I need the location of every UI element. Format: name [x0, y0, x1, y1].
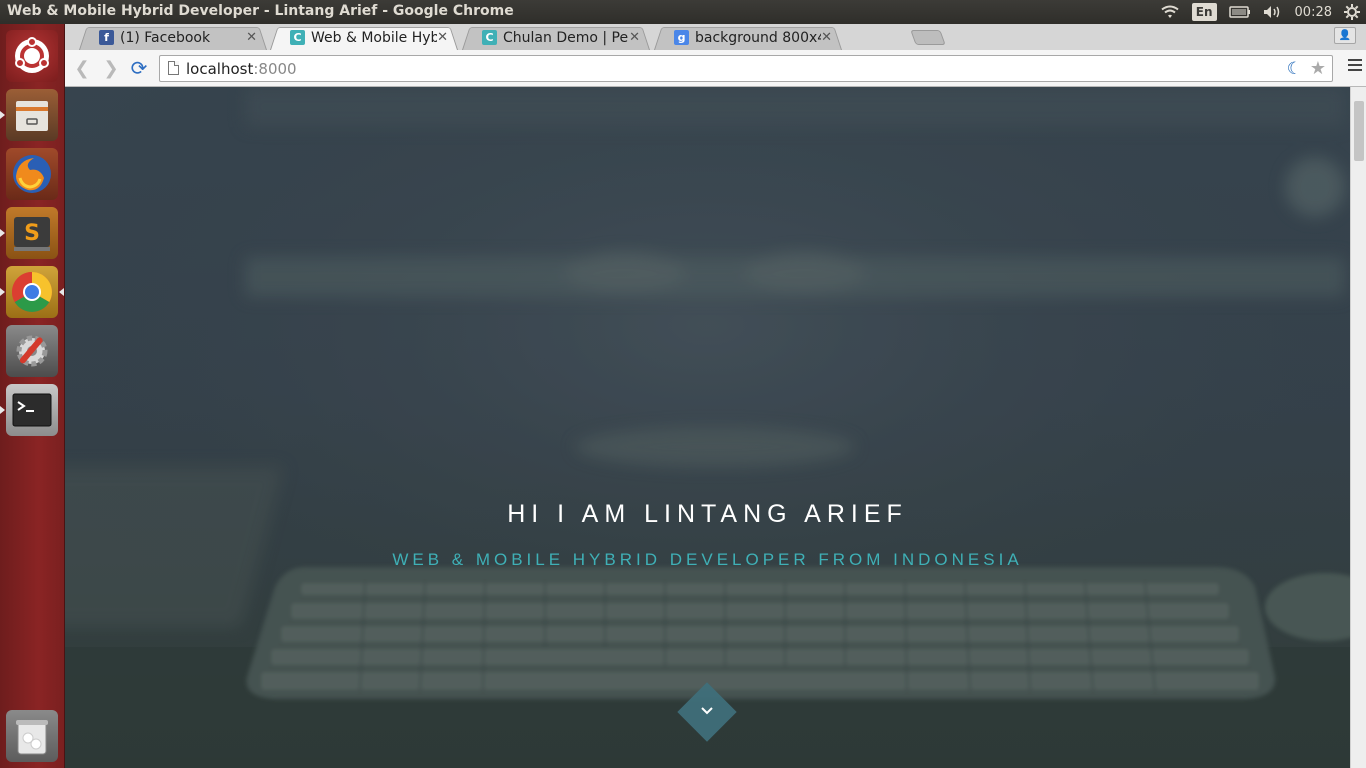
- top-panel: Web & Mobile Hybrid Developer - Lintang …: [0, 0, 1366, 24]
- chevron-down-icon[interactable]: [695, 699, 719, 723]
- tab-background-search[interactable]: g background 800x440 ✕: [654, 25, 842, 50]
- hero-title: HI I AM LINTANG ARIEF: [507, 500, 908, 528]
- firefox-icon[interactable]: [6, 148, 58, 200]
- profile-icon[interactable]: 👤: [1334, 27, 1356, 44]
- battery-icon[interactable]: [1228, 6, 1251, 18]
- url-text[interactable]: localhost:8000: [186, 60, 297, 78]
- close-tab-icon[interactable]: ✕: [629, 30, 640, 45]
- launcher-focus-pip: [59, 288, 64, 296]
- ubuntu-dash-icon[interactable]: [6, 30, 58, 82]
- sublime-text-icon[interactable]: S: [6, 207, 58, 259]
- close-tab-icon[interactable]: ✕: [821, 30, 832, 45]
- url-host: localhost: [186, 60, 254, 78]
- bookmark-star-icon[interactable]: ★: [1310, 58, 1326, 79]
- language-badge: En: [1191, 3, 1217, 21]
- tab-title: background 800x440: [695, 29, 821, 46]
- close-tab-icon[interactable]: ✕: [437, 30, 448, 45]
- c-favicon-icon: C: [290, 30, 305, 45]
- browser-toolbar: ❮ ❯ ⟳ localhost:8000 ☾ ★: [65, 50, 1366, 87]
- tab-web-mobile-hybrid[interactable]: C Web & Mobile Hybrid ✕: [270, 25, 458, 50]
- tab-chulan-demo[interactable]: C Chulan Demo | Personal ✕: [462, 25, 650, 50]
- svg-text:S: S: [24, 221, 40, 246]
- extension-moon-icon[interactable]: ☾: [1287, 59, 1302, 79]
- files-icon[interactable]: [6, 89, 58, 141]
- launcher-running-pip: [0, 229, 5, 237]
- back-arrow-icon[interactable]: ❮: [72, 58, 92, 79]
- page-viewport: HI I AM LINTANG ARIEF WEB & MOBILE HYBRI…: [65, 87, 1350, 768]
- chrome-menu-icon[interactable]: [1348, 59, 1362, 73]
- tab-title: (1) Facebook: [120, 29, 211, 46]
- wifi-icon[interactable]: [1160, 5, 1180, 19]
- forward-arrow-icon[interactable]: ❯: [101, 58, 121, 79]
- reload-icon[interactable]: ⟳: [129, 56, 149, 80]
- close-tab-icon[interactable]: ✕: [246, 30, 257, 45]
- launcher-running-pip: [0, 406, 5, 414]
- power-gear-icon[interactable]: [1344, 4, 1360, 20]
- keyboard-language-indicator[interactable]: En: [1191, 3, 1217, 21]
- terminal-icon[interactable]: [6, 384, 58, 436]
- facebook-icon: f: [99, 30, 114, 45]
- google-icon: g: [674, 30, 689, 45]
- unity-launcher: S: [0, 24, 65, 768]
- window-title: Web & Mobile Hybrid Developer - Lintang …: [7, 3, 514, 19]
- page-icon: [168, 61, 179, 75]
- trash-icon[interactable]: [6, 710, 58, 762]
- c-favicon-icon: C: [482, 30, 497, 45]
- chrome-icon[interactable]: [6, 266, 58, 318]
- tab-facebook[interactable]: f (1) Facebook ✕: [79, 25, 267, 50]
- tab-strip: f (1) Facebook ✕ C Web & Mobile Hybrid ✕…: [65, 24, 1366, 50]
- system-tray: En 00:28: [1160, 0, 1366, 24]
- hero-background-image: [65, 87, 1350, 768]
- new-tab-button[interactable]: [910, 30, 946, 45]
- volume-icon[interactable]: [1263, 5, 1283, 19]
- launcher-running-pip: [0, 111, 5, 119]
- launcher-running-pip: [0, 288, 5, 296]
- clock[interactable]: 00:28: [1295, 5, 1332, 20]
- hero-subtitle: WEB & MOBILE HYBRID DEVELOPER FROM INDON…: [392, 550, 1023, 569]
- system-settings-icon[interactable]: [6, 325, 58, 377]
- page-scrollbar[interactable]: [1350, 87, 1366, 768]
- tab-title: Web & Mobile Hybrid: [311, 29, 438, 46]
- url-port: :8000: [253, 60, 297, 78]
- tab-title: Chulan Demo | Personal: [503, 29, 629, 46]
- address-bar[interactable]: localhost:8000 ☾ ★: [159, 55, 1333, 82]
- scrollbar-thumb[interactable]: [1354, 101, 1364, 161]
